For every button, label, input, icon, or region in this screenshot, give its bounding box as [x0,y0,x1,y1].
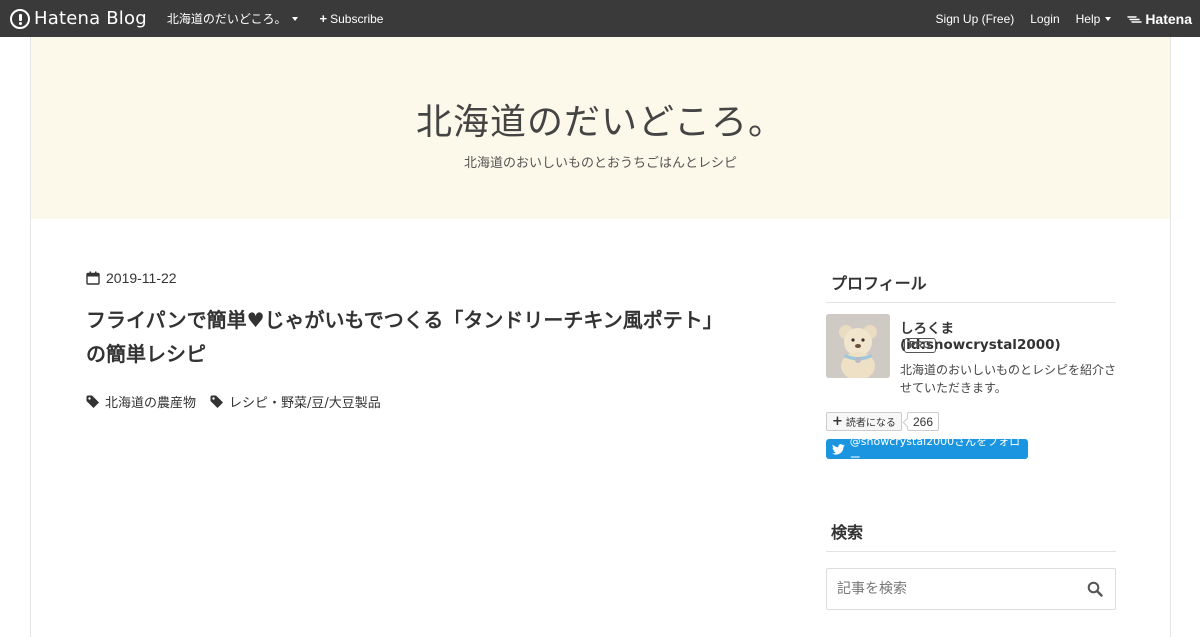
hatena-logo[interactable]: Hatena [1127,11,1192,27]
search-icon[interactable] [1087,581,1103,597]
tag-icon [210,395,224,408]
hatena-blog-logo[interactable]: Hatena Blog [10,8,147,29]
subscriber-count[interactable]: 266 [907,412,940,431]
tag-icon [86,395,99,408]
page-container: 北海道のだいどころ。 北海道のおいしいものとおうちごはんとレシピ 2019-11… [30,37,1171,637]
pro-badge: PRO [904,338,936,353]
category-link[interactable]: レシピ・野菜/豆/大豆製品 [210,392,381,411]
entry-categories: 北海道の農産物 レシピ・野菜/豆/大豆製品 [86,392,395,411]
entry-title[interactable]: フライパンで簡単♥じゃがいもでつくる「タンドリーチキン風ポテト」の簡単レシピ [86,303,726,371]
help-label: Help [1075,11,1101,26]
plus-icon: + [319,11,328,26]
chevron-down-icon [1105,16,1112,21]
profile-module-title: プロフィール [826,270,1116,303]
category-link[interactable]: 北海道の農産物 [86,392,196,411]
top-navbar: Hatena Blog 北海道のだいどころ。 + Subscribe Sign … [0,0,1200,37]
blog-name-dropdown[interactable]: 北海道のだいどころ。 [167,10,298,27]
reader-subscribe-button[interactable]: + 読者になる [826,412,902,431]
brand-text: Hatena Blog [34,8,147,29]
chevron-down-icon [291,16,298,21]
blog-name-label: 北海道のだいどころ。 [166,12,287,26]
profile-box: プロフィール しろくま (id:snowcrystal2000) PRO 北海道 [826,270,1116,470]
sidebar-search-module: 検索 [826,519,1116,610]
subscribe-button[interactable]: + Subscribe [320,11,384,26]
blog-header: 北海道のだいどころ。 北海道のおいしいものとおうちごはんとレシピ [31,37,1170,219]
signup-link[interactable]: Sign Up (Free) [936,12,1015,26]
plus-icon: + [832,414,843,429]
hatena-label: Hatena [1145,10,1192,27]
teddy-bear-avatar-icon [826,314,890,378]
twitter-follow-button[interactable]: @snowcrystal2000さんをフォロー [826,435,1028,464]
hatena-blog-logo-icon [10,8,30,29]
blog-title[interactable]: 北海道のだいどころ。 [31,93,1170,145]
twitter-bird-icon [832,443,845,455]
profile-description: 北海道のおいしいものとレシピを紹介させていただきます。 [900,363,1117,395]
calendar-icon [86,271,100,285]
login-link[interactable]: Login [1030,12,1059,26]
navbar-right: Sign Up (Free) Login Help Hatena [920,11,1200,27]
search-module-title: 検索 [826,519,1116,552]
avatar[interactable] [826,314,890,378]
twitter-follow-label: @snowcrystal2000さんをフォロー [849,435,1021,464]
help-dropdown[interactable]: Help [1076,12,1112,26]
reader-subscribe-label: 読者になる [845,418,896,429]
search-input[interactable] [827,569,1077,609]
entry-date-text: 2019-11-22 [106,270,177,286]
hatena-bird-icon [1127,15,1143,23]
blog-description: 北海道のおいしいものとおうちごはんとレシピ [463,156,737,171]
subscribe-label: Subscribe [330,11,384,26]
entry-date[interactable]: 2019-11-22 [86,270,177,286]
search-box [826,568,1116,610]
sidebar-profile-module: プロフィール しろくま (id:snowcrystal2000) PRO 北海道 [826,270,1116,470]
category-label: 北海道の農産物 [105,396,197,411]
category-label: レシピ・野菜/豆/大豆製品 [229,396,381,411]
